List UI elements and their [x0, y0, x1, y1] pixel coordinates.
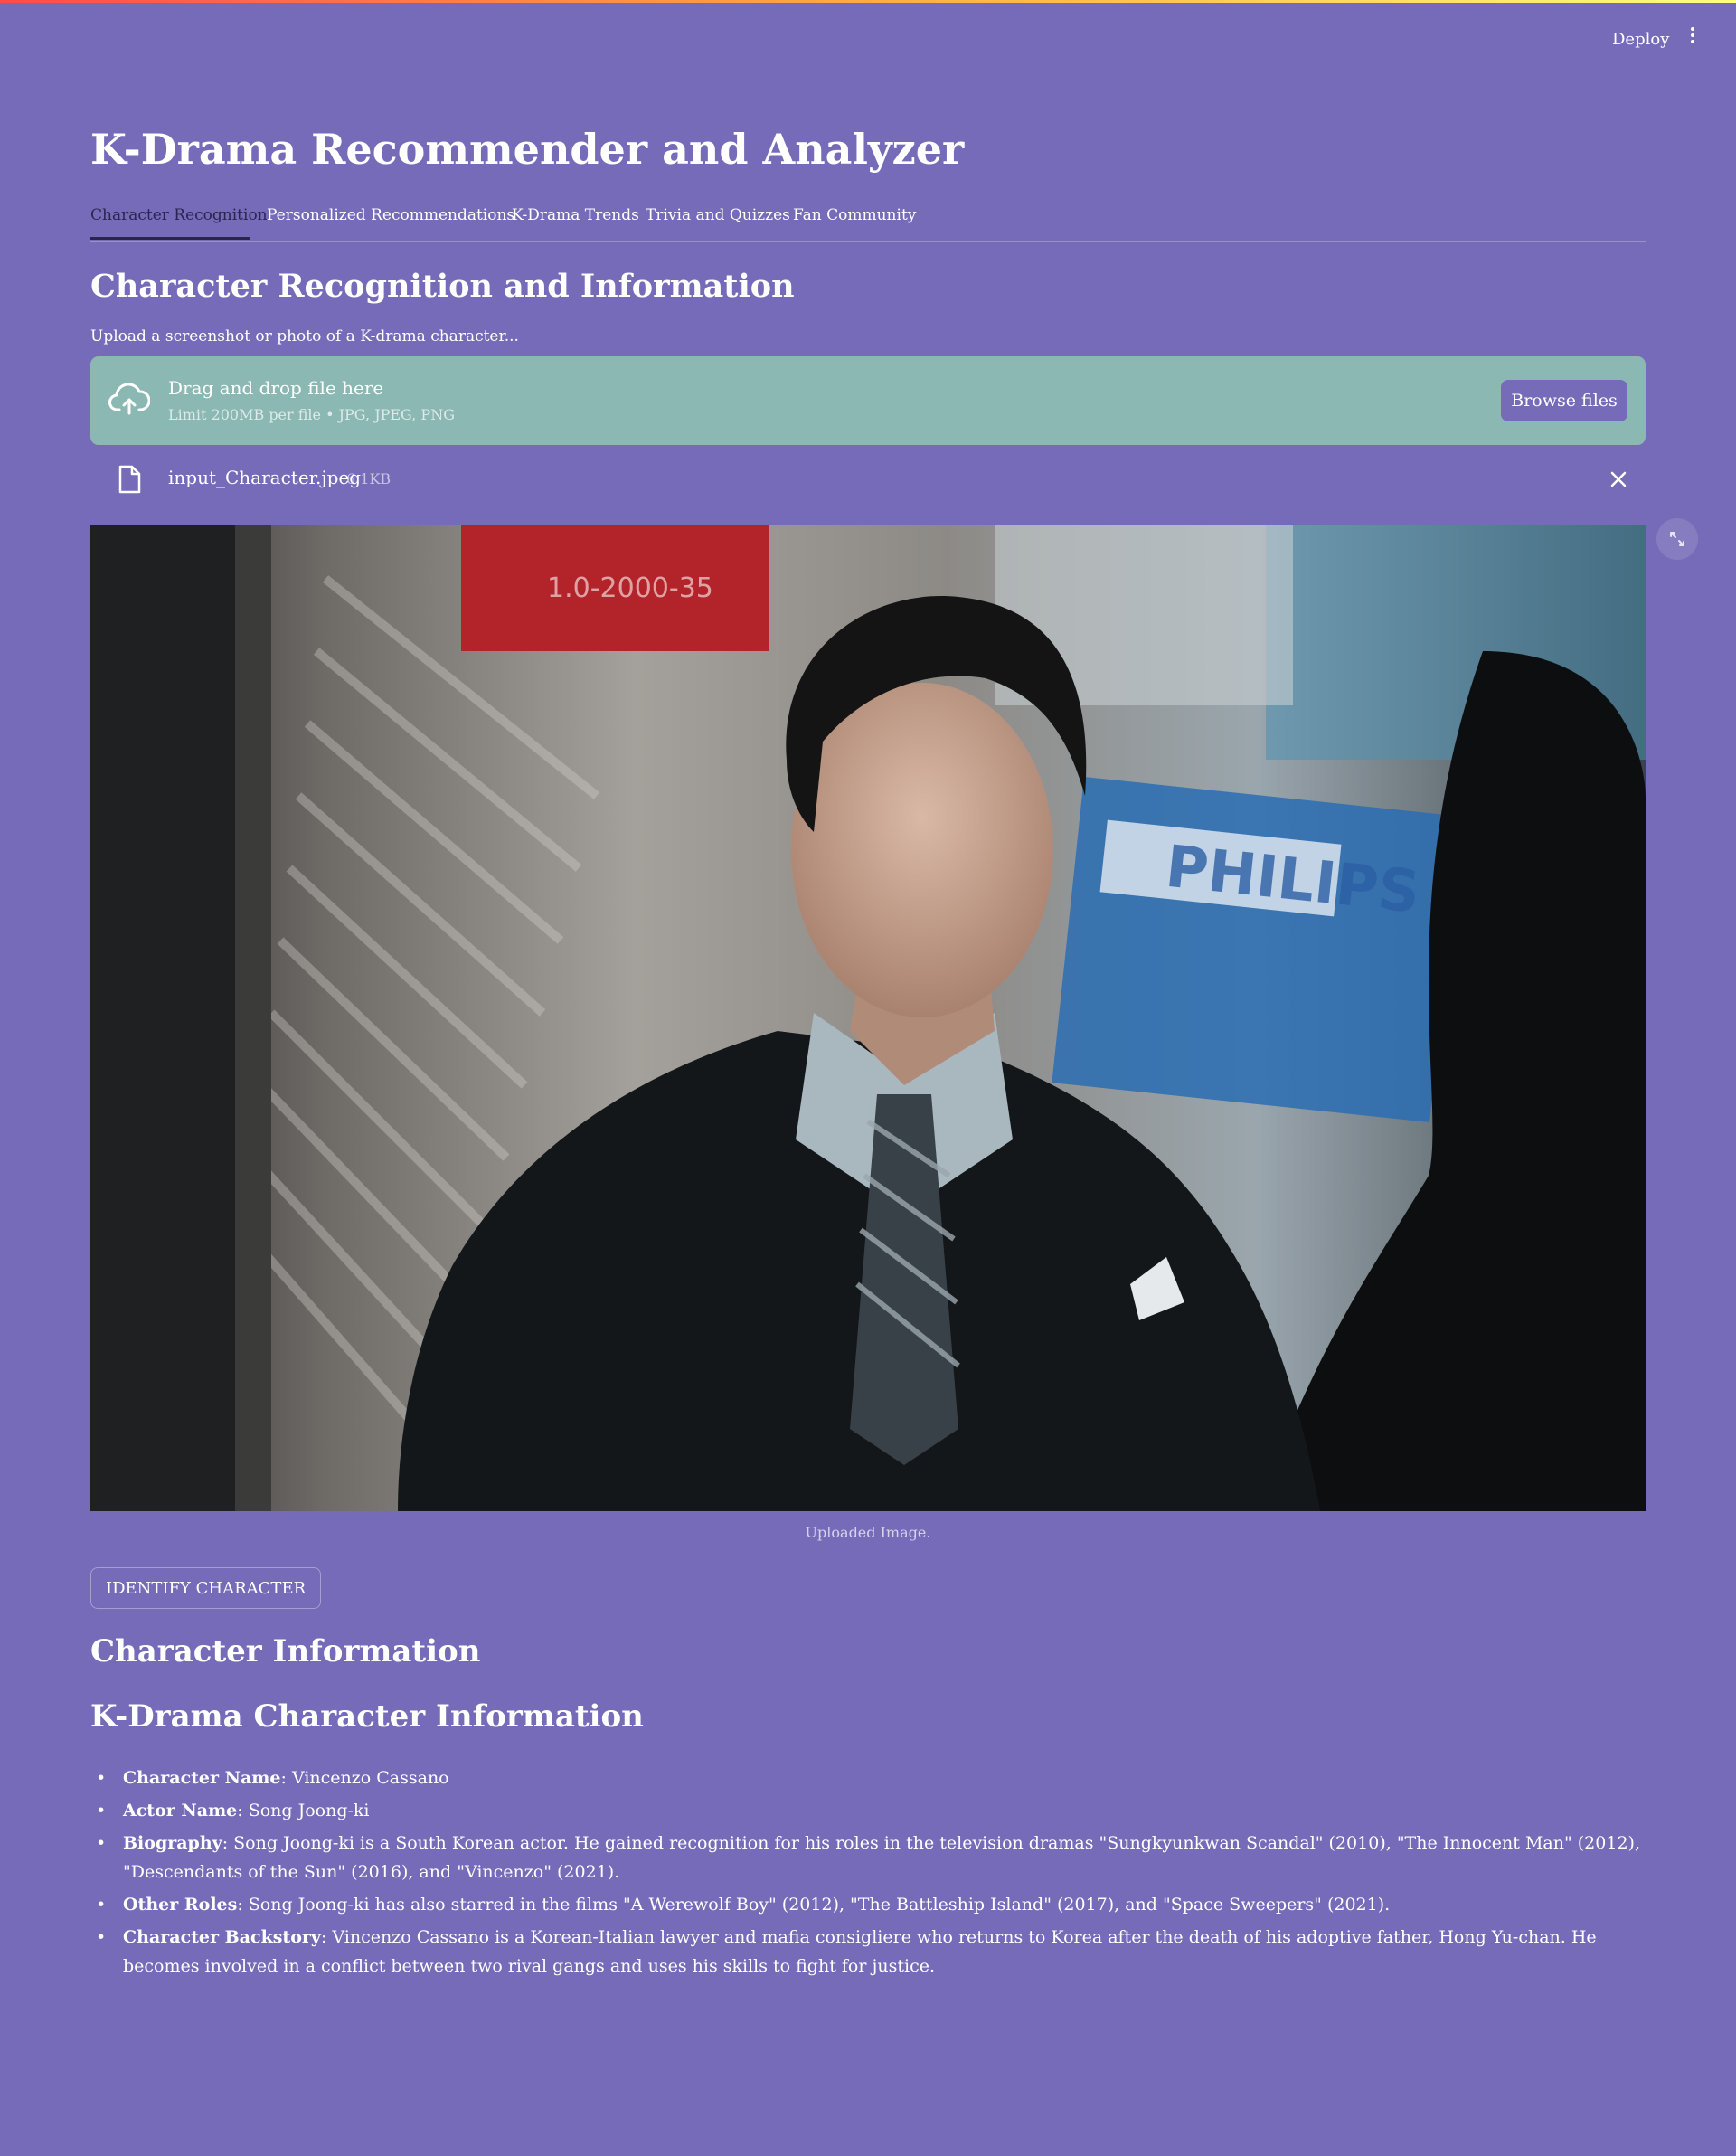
info-value: : Song Joong-ki	[237, 1801, 370, 1820]
uploader-label: Upload a screenshot or photo of a K-dram…	[90, 327, 519, 345]
uploaded-file-name: input_Character.jpeg	[168, 467, 362, 488]
tab-personalized-recommendations[interactable]: Personalized Recommendations	[267, 206, 514, 224]
info-value: : Vincenzo Cassano is a Korean-Italian l…	[123, 1927, 1597, 1976]
uploaded-file-size: 6.1KB	[346, 470, 392, 487]
uploaded-file-row: input_Character.jpeg 6.1KB	[90, 463, 1646, 499]
kdrama-character-information-heading: K-Drama Character Information	[90, 1698, 644, 1735]
tab-trivia-and-quizzes[interactable]: Trivia and Quizzes	[646, 206, 790, 224]
info-key: Character Backstory	[123, 1927, 321, 1947]
uploaded-character-photo: 1.0-2000-35 PHILIPS	[90, 525, 1646, 1511]
active-tab-indicator	[90, 237, 250, 240]
expand-icon	[1670, 532, 1684, 546]
info-key: Character Name	[123, 1768, 281, 1788]
section-title: Character Recognition and Information	[90, 268, 795, 305]
info-key: Actor Name	[123, 1801, 238, 1820]
tab-fan-community[interactable]: Fan Community	[793, 206, 916, 224]
deploy-button[interactable]: Deploy	[1612, 30, 1669, 49]
list-item: Character Name: Vincenzo Cassano	[96, 1764, 1678, 1792]
tab-character-recognition[interactable]: Character Recognition	[90, 206, 268, 224]
file-icon	[118, 465, 141, 494]
dropzone-title: Drag and drop file here	[168, 377, 384, 399]
file-dropzone[interactable]: Drag and drop file here Limit 200MB per …	[90, 356, 1646, 445]
cloud-upload-icon	[108, 383, 150, 415]
more-vertical-icon[interactable]	[1688, 27, 1697, 47]
close-icon[interactable]	[1608, 468, 1629, 490]
info-key: Other Roles	[123, 1895, 238, 1915]
app-title: K-Drama Recommender and Analyzer	[90, 125, 965, 174]
top-decoration-bar	[0, 0, 1736, 3]
list-item: Actor Name: Song Joong-ki	[96, 1796, 1678, 1825]
list-item: Biography: Song Joong-ki is a South Kore…	[96, 1829, 1678, 1886]
dropzone-subtitle: Limit 200MB per file • JPG, JPEG, PNG	[168, 406, 455, 423]
image-caption: Uploaded Image.	[805, 1524, 931, 1541]
list-item: Other Roles: Song Joong-ki has also star…	[96, 1890, 1678, 1919]
info-key: Biography	[123, 1833, 222, 1853]
info-value: : Song Joong-ki has also starred in the …	[237, 1895, 1391, 1915]
browse-files-button[interactable]: Browse files	[1501, 380, 1628, 421]
tab-kdrama-trends[interactable]: K-Drama Trends	[512, 206, 639, 224]
character-info-list: Character Name: Vincenzo Cassano Actor N…	[90, 1764, 1678, 1984]
photo-illustration: 1.0-2000-35 PHILIPS	[90, 525, 1646, 1511]
list-item: Character Backstory: Vincenzo Cassano is…	[96, 1923, 1678, 1981]
tab-bar: Character Recognition Personalized Recom…	[90, 206, 1646, 242]
fullscreen-toggle-button[interactable]	[1656, 518, 1698, 560]
info-value: : Song Joong-ki is a South Korean actor.…	[123, 1833, 1640, 1882]
identify-character-button[interactable]: IDENTIFY CHARACTER	[90, 1567, 322, 1609]
character-information-heading: Character Information	[90, 1633, 481, 1669]
svg-text:1.0-2000-35: 1.0-2000-35	[547, 572, 713, 604]
info-value: : Vincenzo Cassano	[280, 1768, 449, 1788]
